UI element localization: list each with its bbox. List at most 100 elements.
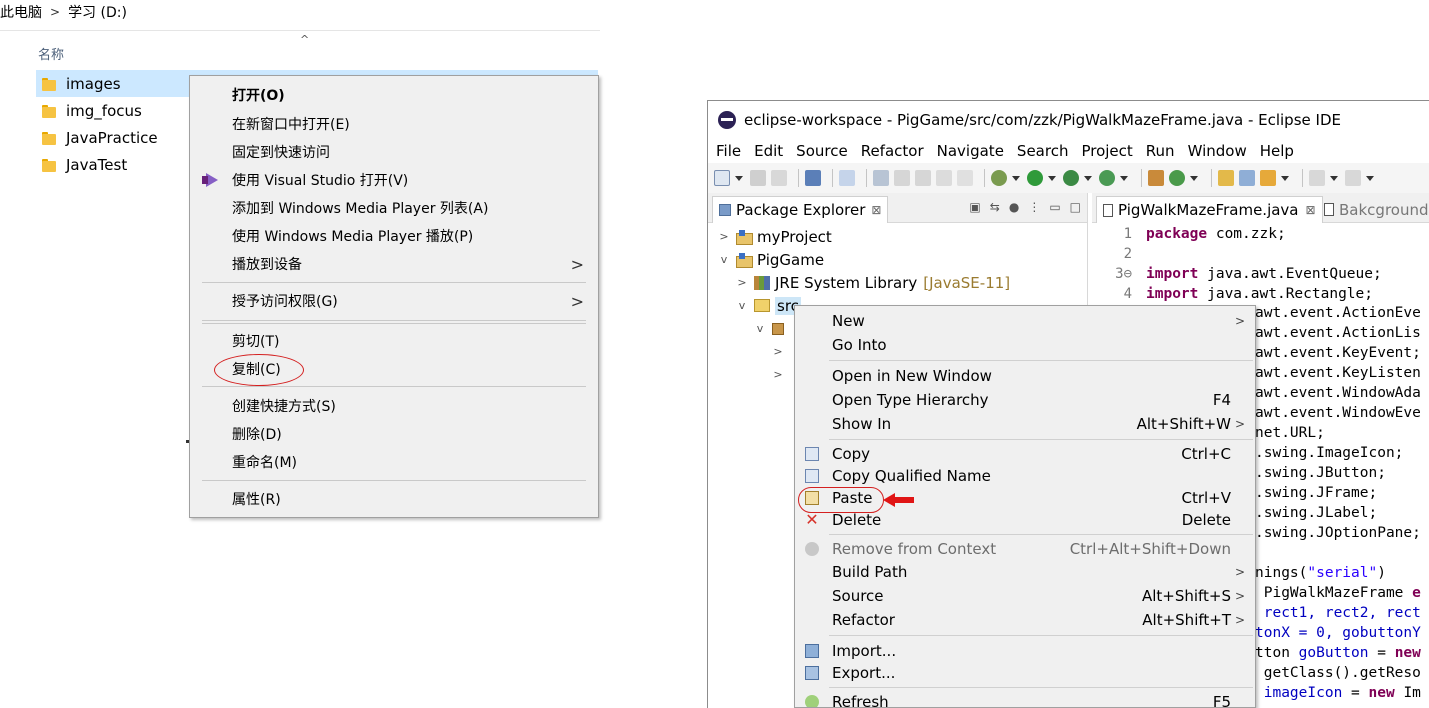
menu-properties[interactable]: 属性(R)	[190, 485, 598, 513]
breadcrumb-this-pc[interactable]: 此电脑	[0, 2, 42, 22]
menu-show-in[interactable]: Show In Alt+Shift+W >	[795, 412, 1255, 436]
menu-source[interactable]: Source Alt+Shift+S >	[795, 584, 1255, 608]
submenu-arrow-icon: >	[1234, 589, 1245, 603]
collapse-all-icon[interactable]: ▣	[969, 200, 980, 214]
open-task-icon[interactable]	[1239, 170, 1255, 186]
menu-pin-quick-access[interactable]: 固定到快速访问	[190, 138, 598, 166]
menu-run[interactable]: Run	[1146, 142, 1175, 160]
menu-delete[interactable]: 删除(D)	[190, 420, 598, 448]
word-wrap-icon[interactable]	[936, 170, 952, 186]
run-icon[interactable]	[1027, 170, 1043, 186]
menu-open-new-window[interactable]: Open in New Window	[795, 364, 1255, 388]
menu-help[interactable]: Help	[1260, 142, 1294, 160]
external-tools-icon[interactable]	[1099, 170, 1115, 186]
open-type-icon[interactable]	[1218, 170, 1234, 186]
dropdown-arrow-icon[interactable]	[1330, 175, 1338, 181]
dropdown-arrow-icon[interactable]	[1120, 175, 1128, 181]
expand-arrow-icon[interactable]: >	[772, 368, 784, 381]
tree-node-file[interactable]: >	[772, 340, 790, 363]
minimize-icon[interactable]: ▭	[1049, 200, 1060, 214]
menu-build-path[interactable]: Build Path >	[795, 560, 1255, 584]
menu-cast-to-device[interactable]: 播放到设备 >	[190, 250, 598, 278]
dropdown-arrow-icon[interactable]	[735, 175, 743, 181]
menu-refactor[interactable]: Refactor	[861, 142, 924, 160]
menu-create-shortcut[interactable]: 创建快捷方式(S)	[190, 392, 598, 420]
show-whitespace-icon[interactable]	[957, 170, 973, 186]
save-icon[interactable]	[750, 170, 766, 186]
dropdown-arrow-icon[interactable]	[1281, 175, 1289, 181]
focus-on-task-icon[interactable]: ●	[1009, 200, 1019, 214]
menu-open-new-window[interactable]: 在新窗口中打开(E)	[190, 110, 598, 138]
maximize-icon[interactable]: □	[1070, 200, 1081, 214]
menu-project[interactable]: Project	[1081, 142, 1132, 160]
menu-add-wmp-list[interactable]: 添加到 Windows Media Player 列表(A)	[190, 194, 598, 222]
sort-ascending-icon[interactable]: ^	[300, 33, 309, 46]
menu-play-wmp[interactable]: 使用 Windows Media Player 播放(P)	[190, 222, 598, 250]
menu-go-into[interactable]: Go Into	[795, 333, 1255, 357]
menu-refactor[interactable]: Refactor Alt+Shift+T >	[795, 608, 1255, 632]
previous-annotation-icon[interactable]	[1345, 170, 1361, 186]
next-annotation-icon[interactable]	[1309, 170, 1325, 186]
menu-refresh[interactable]: Refresh F5	[795, 690, 1255, 707]
breadcrumb-separator[interactable]: >	[50, 5, 60, 19]
block-selection-icon[interactable]	[915, 170, 931, 186]
visual-studio-icon	[202, 172, 222, 188]
editor-tab-inactive[interactable]: Bakcground	[1318, 196, 1429, 223]
tree-node-package[interactable]: v	[754, 317, 784, 340]
dropdown-arrow-icon[interactable]	[1012, 175, 1020, 181]
dropdown-arrow-icon[interactable]	[1366, 175, 1374, 181]
menu-file[interactable]: File	[716, 142, 741, 160]
new-java-project-icon[interactable]	[1148, 170, 1164, 186]
search-icon[interactable]	[1260, 170, 1276, 186]
tree-node-file[interactable]: >	[772, 363, 790, 386]
collapse-arrow-icon[interactable]: v	[736, 299, 748, 312]
toggle-mark-icon[interactable]	[873, 170, 889, 186]
menu-window[interactable]: Window	[1188, 142, 1247, 160]
debug-icon[interactable]	[991, 170, 1007, 186]
menu-export[interactable]: Export...	[795, 661, 1255, 685]
menu-new[interactable]: New >	[795, 309, 1255, 333]
edit-icon[interactable]	[894, 170, 910, 186]
menu-source[interactable]: Source	[796, 142, 848, 160]
editor-tab-active[interactable]: PigWalkMazeFrame.java ⊠	[1096, 196, 1323, 223]
link-with-editor-icon[interactable]: ⇆	[990, 200, 1000, 214]
new-icon[interactable]	[714, 170, 730, 186]
menu-open-type-hierarchy[interactable]: Open Type Hierarchy F4	[795, 388, 1255, 412]
coverage-icon[interactable]	[1063, 170, 1079, 186]
terminal-icon[interactable]	[805, 170, 821, 186]
save-all-icon[interactable]	[771, 170, 787, 186]
menu-import[interactable]: Import...	[795, 639, 1255, 663]
tree-node-src[interactable]: v src	[736, 294, 801, 317]
tab-package-explorer[interactable]: Package Explorer ⊠	[712, 196, 889, 223]
tree-node-piggame[interactable]: v PigGame	[718, 248, 824, 271]
close-icon[interactable]: ⊠	[1306, 203, 1316, 217]
menu-grant-access[interactable]: 授予访问权限(G) >	[190, 287, 598, 315]
view-menu-icon[interactable]: ⋮	[1028, 200, 1040, 214]
collapse-arrow-icon[interactable]: v	[718, 253, 730, 266]
skip-breakpoints-icon[interactable]	[839, 170, 855, 186]
menu-cut[interactable]: 剪切(T)	[190, 327, 598, 355]
shortcut: Alt+Shift+W	[1136, 415, 1231, 433]
dropdown-arrow-icon[interactable]	[1048, 175, 1056, 181]
menu-navigate[interactable]: Navigate	[937, 142, 1004, 160]
tree-node-jre-library[interactable]: > JRE System Library [JavaSE-11]	[736, 271, 1010, 294]
menu-copy[interactable]: Copy Ctrl+C	[795, 442, 1255, 466]
expand-arrow-icon[interactable]: >	[718, 230, 730, 243]
menu-rename[interactable]: 重命名(M)	[190, 448, 598, 476]
column-header-name[interactable]: 名称	[38, 44, 64, 63]
menu-copy-qualified-name[interactable]: Copy Qualified Name	[795, 464, 1255, 488]
expand-arrow-icon[interactable]: >	[736, 276, 748, 289]
menu-open-visual-studio[interactable]: 使用 Visual Studio 打开(V)	[190, 166, 598, 194]
menu-delete[interactable]: ✕ Delete Delete	[795, 508, 1255, 532]
menu-edit[interactable]: Edit	[754, 142, 783, 160]
dropdown-arrow-icon[interactable]	[1190, 175, 1198, 181]
tree-node-myproject[interactable]: > myProject	[718, 225, 831, 248]
expand-arrow-icon[interactable]: >	[772, 345, 784, 358]
dropdown-arrow-icon[interactable]	[1084, 175, 1092, 181]
menu-search[interactable]: Search	[1017, 142, 1069, 160]
breadcrumb-drive-d[interactable]: 学习 (D:)	[68, 2, 127, 22]
menu-open[interactable]: 打开(O)	[190, 81, 598, 109]
close-icon[interactable]: ⊠	[871, 203, 881, 217]
collapse-arrow-icon[interactable]: v	[754, 322, 766, 335]
new-java-class-icon[interactable]	[1169, 170, 1185, 186]
